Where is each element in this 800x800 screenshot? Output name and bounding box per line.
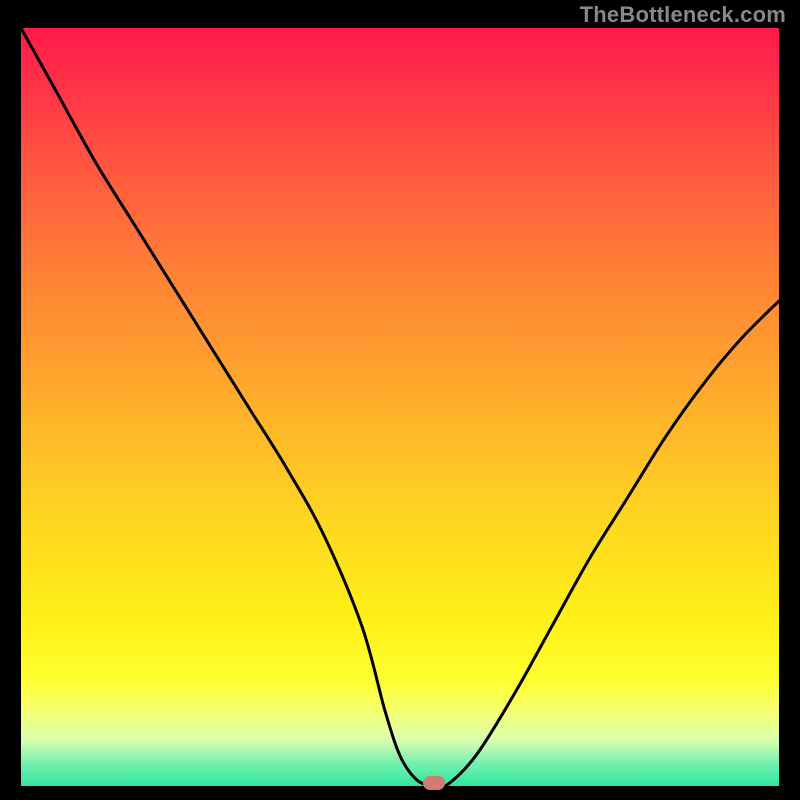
optimal-marker [423,776,445,790]
attribution-label: TheBottleneck.com [580,2,786,28]
curve-path [21,28,779,786]
bottleneck-curve [21,28,779,786]
chart-frame: TheBottleneck.com [0,0,800,800]
plot-area [21,28,779,786]
